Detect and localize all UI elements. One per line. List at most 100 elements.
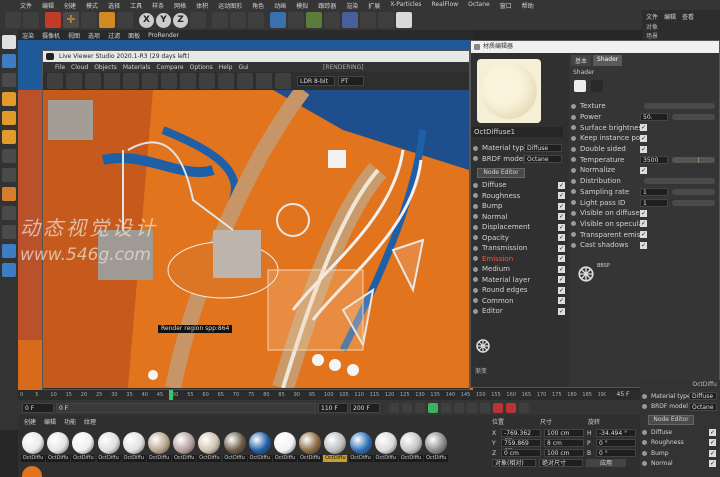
tab-options[interactable]: 选项: [88, 31, 100, 40]
subsampling-icon[interactable]: [256, 73, 272, 89]
scale-tool-icon[interactable]: [81, 12, 97, 28]
go-start-icon[interactable]: [389, 402, 399, 413]
object-manager-menu-item[interactable]: 查看: [682, 12, 694, 21]
grid-icon[interactable]: [2, 263, 16, 277]
channel-row[interactable]: Bump ✓: [471, 201, 569, 212]
shader-nav-icon[interactable]: [574, 80, 586, 92]
channel-row[interactable]: Opacity ✓: [471, 233, 569, 244]
axis-z-toggle[interactable]: Z: [173, 12, 188, 28]
menu-item[interactable]: 网格: [174, 1, 186, 10]
brdf-model-select[interactable]: Octane: [524, 154, 562, 163]
shader-nav-icon-2[interactable]: [591, 80, 603, 92]
focus-picker-icon[interactable]: [180, 73, 196, 89]
menu-item[interactable]: 模式: [86, 1, 98, 10]
prev-frame-icon[interactable]: [415, 402, 425, 413]
param-slider[interactable]: [672, 199, 715, 206]
param-checkbox[interactable]: ✓: [640, 231, 647, 239]
object-manager-menu-item[interactable]: 编辑: [664, 12, 676, 21]
channel-row[interactable]: Common ✓: [471, 296, 569, 307]
coord-position-field[interactable]: 0 cm: [501, 449, 541, 457]
param-checkbox[interactable]: ✓: [640, 145, 647, 153]
channel-checkbox[interactable]: ✓: [558, 234, 565, 242]
select-tool-icon[interactable]: [45, 12, 61, 28]
param-slider[interactable]: [672, 156, 715, 163]
menu-item[interactable]: 窗口: [500, 1, 512, 10]
current-frame-field[interactable]: 0 F: [22, 402, 54, 413]
light-object-icon[interactable]: [396, 12, 412, 28]
attr-mt-select[interactable]: Diffuse: [689, 392, 717, 401]
param-checkbox[interactable]: ✓: [640, 134, 647, 142]
menu-item[interactable]: 角色: [252, 1, 264, 10]
material-name[interactable]: OctDiffuse1: [474, 128, 515, 136]
attr-brdf-select[interactable]: Octane: [689, 402, 717, 411]
menu-item[interactable]: 跟踪器: [318, 1, 336, 10]
material-swatch[interactable]: [223, 432, 246, 454]
make-editable-icon[interactable]: [2, 35, 16, 49]
live-viewer-menu-item[interactable]: Objects: [94, 64, 117, 71]
next-frame-icon[interactable]: [441, 402, 451, 413]
param-value-field[interactable]: 50.: [640, 113, 668, 122]
attr-node-editor-button[interactable]: Node Editor: [648, 415, 694, 425]
menu-item[interactable]: 编辑: [42, 1, 54, 10]
playhead-marker[interactable]: [169, 390, 173, 400]
channel-row[interactable]: Editor ✓: [471, 306, 569, 317]
material-swatch[interactable]: [400, 432, 422, 454]
tab-filter[interactable]: 过滤: [108, 31, 120, 40]
channel-row[interactable]: Roughness ✓: [471, 191, 569, 202]
channel-row[interactable]: Displacement ✓: [471, 222, 569, 233]
redo-icon[interactable]: [23, 12, 39, 28]
edges-mode-icon[interactable]: [2, 111, 16, 125]
param-checkbox[interactable]: ✓: [640, 209, 647, 217]
menu-item[interactable]: 工具: [130, 1, 142, 10]
menu-item[interactable]: X-Particles: [390, 1, 421, 10]
material-manager-menu-item[interactable]: 功能: [64, 417, 76, 426]
menu-item[interactable]: 动画: [274, 1, 286, 10]
live-viewer-menu-item[interactable]: Help: [219, 64, 233, 71]
param-value-field[interactable]: 3500: [640, 155, 668, 164]
subdivision-icon[interactable]: [306, 12, 322, 28]
channel-checkbox[interactable]: ✓: [558, 202, 565, 210]
channel-row[interactable]: Diffuse ✓: [471, 180, 569, 191]
material-manager-menu-item[interactable]: 编辑: [44, 417, 56, 426]
attr-channel-checkbox[interactable]: ✓: [709, 439, 716, 447]
menu-item[interactable]: 运动图形: [218, 1, 242, 10]
attr-channel-checkbox[interactable]: ✓: [709, 449, 716, 457]
send-scene-icon[interactable]: [47, 73, 63, 89]
max-frame-field[interactable]: 200 F: [350, 402, 380, 413]
coordinate-system-icon[interactable]: [190, 12, 206, 28]
pick-material-icon[interactable]: [123, 73, 139, 89]
coord-rotation-field[interactable]: 0 °: [596, 449, 636, 457]
param-slider[interactable]: [672, 188, 715, 195]
coord-size-mode-select[interactable]: 绝对尺寸: [539, 459, 583, 467]
material-manager-menu-item[interactable]: 创建: [24, 417, 36, 426]
channel-checkbox[interactable]: ✓: [558, 297, 565, 305]
channel-checkbox[interactable]: ✓: [558, 255, 565, 263]
menu-item[interactable]: 选择: [108, 1, 120, 10]
coord-size-field[interactable]: 100 cm: [544, 429, 584, 437]
play-icon[interactable]: [428, 402, 438, 413]
object-manager-menu-item[interactable]: 文件: [646, 12, 658, 21]
lock-resolution-icon[interactable]: [161, 73, 177, 89]
channel-row[interactable]: Normal ✓: [471, 212, 569, 223]
channel-row[interactable]: Material layer ✓: [471, 275, 569, 286]
bend-deformer-icon[interactable]: [342, 12, 358, 28]
channel-row[interactable]: Medium ✓: [471, 264, 569, 275]
channel-row[interactable]: Emission ✓: [471, 254, 569, 265]
material-preview[interactable]: [477, 59, 541, 123]
menu-item[interactable]: 渲染: [346, 1, 358, 10]
channel-checkbox[interactable]: ✓: [558, 223, 565, 231]
coord-position-field[interactable]: -769.362 cm: [501, 429, 541, 444]
menu-item[interactable]: 体积: [196, 1, 208, 10]
attr-channel-checkbox[interactable]: ✓: [709, 460, 716, 468]
attr-channel-row[interactable]: Bump ✓: [640, 448, 720, 459]
menu-item[interactable]: 样条: [152, 1, 164, 10]
menu-item[interactable]: Octane: [468, 1, 490, 10]
live-viewer-menu-item[interactable]: Compare: [156, 64, 183, 71]
ldr-select[interactable]: LDR 8-bit: [297, 76, 335, 86]
tab-render[interactable]: 渲染: [22, 31, 34, 40]
material-swatch[interactable]: [248, 432, 271, 454]
tab-panel[interactable]: 面板: [128, 31, 140, 40]
channel-checkbox[interactable]: ✓: [558, 181, 565, 189]
node-editor-button[interactable]: Node Editor: [477, 168, 525, 178]
menu-item[interactable]: 扩展: [368, 1, 380, 10]
